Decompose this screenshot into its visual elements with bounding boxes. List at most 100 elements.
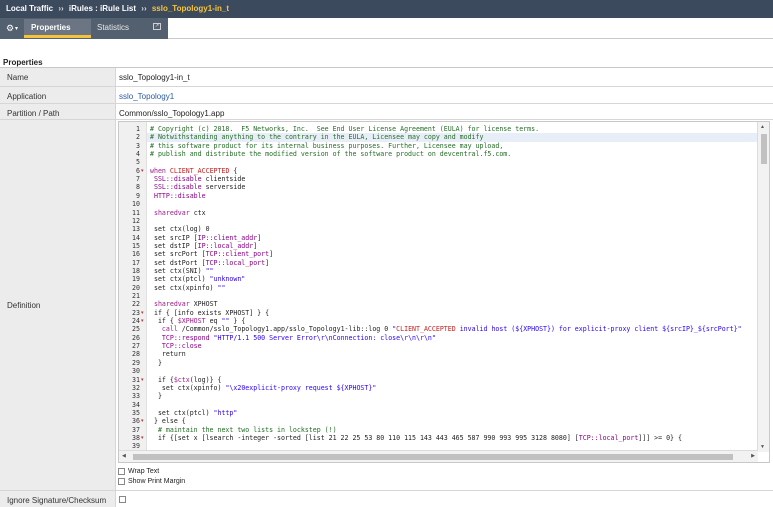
line-number: 8 [136,183,140,192]
vertical-scrollbar[interactable]: ▲ ▼ [757,122,769,452]
ignore-signature-label: Ignore Signature/Checksum [0,491,116,507]
line-number: 32 [132,383,140,392]
code-editor[interactable]: 1 2 3 4 5 6 ▾ 7 8 9 10 11 12 13 14 15 16 17 18 19 20 21 22 23 ▾ 2… [118,121,770,463]
wrap-text-option[interactable]: Wrap Text [118,466,185,476]
line-number: 31 [132,375,140,384]
scroll-down-icon[interactable]: ▼ [760,444,765,450]
wrap-text-checkbox[interactable] [118,467,125,475]
definition-label: Definition [0,120,116,490]
fold-toggle-icon[interactable]: ▾ [141,310,144,316]
tab-statistics-label: Statistics [97,23,130,32]
line-number: 24 [132,317,140,326]
line-number: 16 [132,250,140,259]
code-line: HTTP::disable [153,191,206,200]
code-line: set ctx(xpinfo) "" [150,283,226,292]
fold-toggle-icon[interactable]: ▾ [141,418,144,424]
ignore-signature-checkbox[interactable] [119,496,126,503]
line-number: 27 [132,342,140,351]
line-number: 38 [132,433,140,442]
code-content[interactable]: # Copyright (c) 2018. F5 Networks, Inc. … [150,122,755,452]
line-number: 1 [136,125,140,133]
line-number: 12 [132,216,140,225]
fold-toggle-icon[interactable]: ▾ [141,435,144,441]
application-label: Application [0,87,116,103]
code-line: if {[set x [lsearch -integer -sorted [li… [150,433,682,442]
vertical-scroll-thumb[interactable] [761,134,767,164]
line-number: 37 [132,425,140,434]
line-number: 19 [132,275,140,284]
line-number: 14 [132,233,140,242]
scroll-left-icon[interactable]: ◀ [122,453,126,459]
breadcrumb-current: sslo_Topology1-in_t [151,4,230,13]
line-number: 11 [132,208,140,217]
line-number: 33 [132,392,140,401]
horizontal-scroll-thumb[interactable] [133,454,733,460]
line-number: 2 [136,133,140,142]
code-line: } [150,392,162,401]
code-line: set ctx(xpinfo) "\x20explicit-proxy requ… [150,383,377,392]
fold-toggle-icon[interactable]: ▾ [141,377,144,383]
tab-bar: ⚙ ▾ Properties Statistics ↗ [0,18,773,39]
breadcrumb-separator: ›› [141,4,147,13]
breadcrumb-irule-list[interactable]: iRules : iRule List [69,4,136,13]
row-partition: Partition / Path Common/sslo_Topology1.a… [0,104,773,120]
line-number: 5 [136,158,140,167]
line-number: 20 [132,283,140,292]
partition-label: Partition / Path [0,104,116,119]
partition-value: Common/sslo_Topology1.app [116,104,773,119]
fold-toggle-icon[interactable]: ▾ [141,318,144,324]
name-value: sslo_Topology1-in_t [116,68,773,86]
tab-statistics[interactable]: Statistics ↗ [92,19,166,38]
line-number: 7 [136,175,140,184]
row-definition: Definition 1 2 3 4 5 6 ▾ 7 8 9 10 11 12 13 14 15 16 17 18 1… [0,120,773,491]
tab-strip: ⚙ ▾ Properties Statistics ↗ [0,18,168,39]
chevron-down-icon: ▾ [15,26,19,32]
row-application: Application sslo_Topology1 [0,87,773,104]
section-title: Properties [3,58,43,67]
line-number: 17 [132,258,140,267]
line-number: 30 [132,367,140,376]
line-number: 28 [132,350,140,359]
breadcrumb-local-traffic[interactable]: Local Traffic [6,4,53,13]
line-number: 25 [132,325,140,334]
application-value-cell: sslo_Topology1 [116,87,773,103]
code-line: sharedvar ctx [153,208,206,217]
line-number: 34 [132,400,140,409]
code-line: } [150,358,162,367]
popout-icon[interactable]: ↗ [153,23,161,30]
show-print-margin-checkbox[interactable] [118,477,125,485]
line-number: 21 [132,292,140,300]
breadcrumb: Local Traffic ›› iRules : iRule List ›› … [0,0,773,18]
application-link[interactable]: sslo_Topology1 [119,92,174,101]
line-number: 23 [132,308,140,317]
code-line: # publish and distribute the modified ve… [150,150,512,159]
line-number: 36 [132,417,140,426]
line-number: 6 [136,166,140,175]
show-print-margin-option[interactable]: Show Print Margin [118,476,185,486]
scroll-right-icon[interactable]: ▶ [751,453,755,459]
ignore-signature-value-cell [116,491,773,507]
editor-options: Wrap Text Show Print Margin [118,466,185,486]
fold-toggle-icon[interactable]: ▾ [141,168,144,174]
wrap-text-label: Wrap Text [128,467,160,475]
line-number: 26 [132,333,140,342]
line-number: 4 [136,150,140,159]
row-ignore-signature: Ignore Signature/Checksum [0,491,773,507]
line-number: 13 [132,225,140,234]
breadcrumb-separator: ›› [58,4,64,13]
line-number: 22 [132,300,140,309]
horizontal-scrollbar[interactable]: ◀ ▶ [119,450,758,462]
gear-icon: ⚙ [5,23,15,33]
line-number: 15 [132,241,140,250]
line-number: 3 [136,141,140,150]
line-number: 35 [132,408,140,417]
name-label: Name [0,68,116,86]
line-number: 10 [132,200,140,209]
gear-menu-button[interactable]: ⚙ ▾ [2,19,22,38]
row-name: Name sslo_Topology1-in_t [0,68,773,87]
line-number: 9 [136,191,140,200]
tab-properties[interactable]: Properties [24,19,91,38]
line-number-gutter: 1 2 3 4 5 6 ▾ 7 8 9 10 11 12 13 14 15 16 17 18 19 20 21 22 23 ▾ 2… [119,122,147,452]
scroll-up-icon[interactable]: ▲ [760,124,765,130]
line-number: 18 [132,266,140,275]
